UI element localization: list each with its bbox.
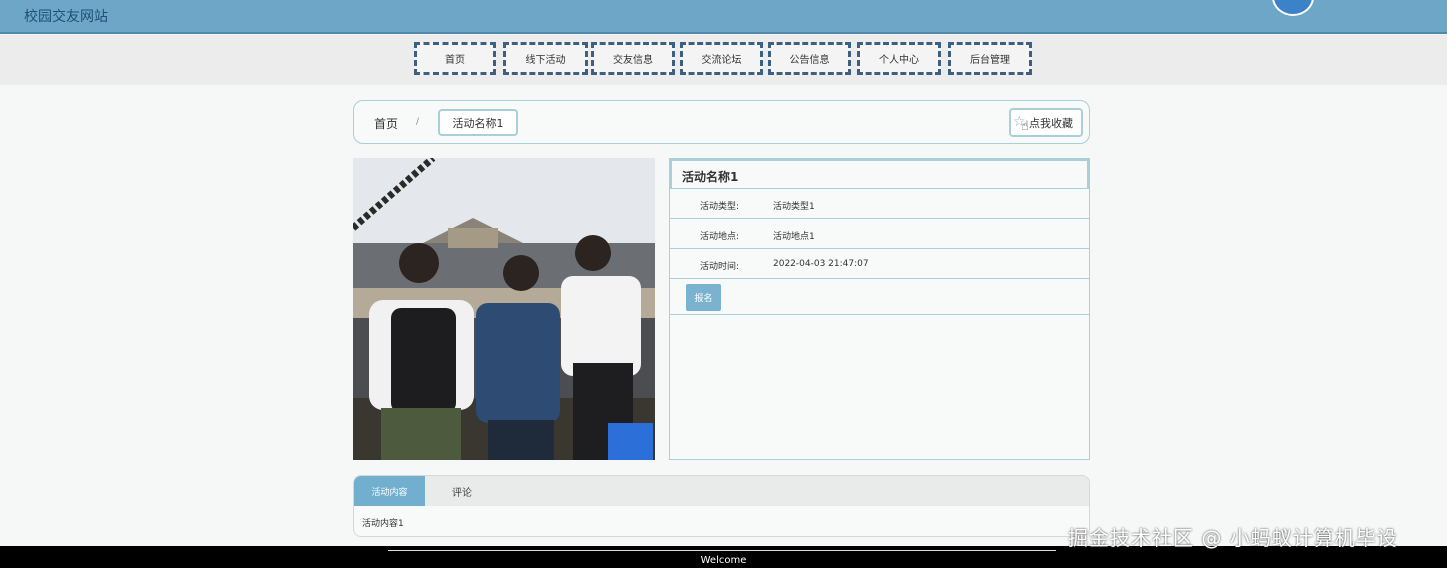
activity-photo bbox=[353, 158, 655, 460]
tab-activity-content[interactable]: 活动内容 bbox=[354, 476, 425, 506]
info-label-type: 活动类型: bbox=[700, 202, 740, 212]
activity-title: 活动名称1 bbox=[670, 159, 1089, 189]
nav-item-dating-info[interactable]: 交友信息 bbox=[591, 42, 675, 75]
tab-comments[interactable]: 评论 bbox=[432, 476, 492, 506]
info-label-location: 活动地点: bbox=[700, 232, 740, 242]
nav-item-admin[interactable]: 后台管理 bbox=[948, 42, 1032, 75]
favorite-button[interactable]: ☆ ☝ 点我收藏 bbox=[1009, 108, 1083, 137]
content-tabs: 活动内容 评论 活动内容1 bbox=[353, 475, 1090, 537]
breadcrumb-home[interactable]: 首页 bbox=[374, 115, 398, 132]
signup-row: 报名 bbox=[670, 279, 1089, 315]
user-avatar[interactable] bbox=[1272, 0, 1314, 16]
info-value-time: 2022-04-03 21:47:07 bbox=[773, 259, 869, 269]
nav-item-home[interactable]: 首页 bbox=[414, 42, 496, 75]
footer-divider bbox=[388, 550, 1056, 551]
info-value-location: 活动地点1 bbox=[773, 232, 815, 242]
activity-photo-image bbox=[353, 158, 655, 460]
nav-item-forum[interactable]: 交流论坛 bbox=[680, 42, 763, 75]
main-nav: 首页 线下活动 交友信息 交流论坛 公告信息 个人中心 后台管理 bbox=[0, 35, 1447, 85]
info-label-time: 活动时间: bbox=[700, 262, 740, 272]
nav-item-announcements[interactable]: 公告信息 bbox=[768, 42, 851, 75]
top-header: 校园交友网站 bbox=[0, 0, 1447, 34]
nav-item-personal-center[interactable]: 个人中心 bbox=[857, 42, 941, 75]
breadcrumb-separator: / bbox=[416, 117, 420, 127]
tabs-header: 活动内容 评论 bbox=[354, 476, 1089, 506]
watermark-text: 掘金技术社区 @ 小蚂蚁计算机毕设 bbox=[1068, 526, 1398, 550]
breadcrumb: 首页 / 活动名称1 ☆ ☝ 点我收藏 bbox=[353, 100, 1090, 144]
nav-item-offline-activities[interactable]: 线下活动 bbox=[503, 42, 588, 75]
favorite-label: 点我收藏 bbox=[1029, 116, 1073, 130]
footer-text: Welcome bbox=[700, 555, 747, 566]
tab-content-text: 活动内容1 bbox=[362, 519, 404, 529]
activity-info-panel: 活动名称1 活动类型: 活动类型1 活动地点: 活动地点1 活动时间: 2022… bbox=[669, 158, 1090, 460]
info-row-location: 活动地点: 活动地点1 bbox=[670, 219, 1089, 249]
signup-button[interactable]: 报名 bbox=[686, 284, 721, 311]
hand-cursor-icon: ☝ bbox=[1021, 119, 1029, 134]
info-row-time: 活动时间: 2022-04-03 21:47:07 bbox=[670, 249, 1089, 279]
site-title[interactable]: 校园交友网站 bbox=[24, 6, 108, 26]
breadcrumb-current[interactable]: 活动名称1 bbox=[438, 109, 518, 136]
info-value-type: 活动类型1 bbox=[773, 202, 815, 212]
info-row-type: 活动类型: 活动类型1 bbox=[670, 189, 1089, 219]
